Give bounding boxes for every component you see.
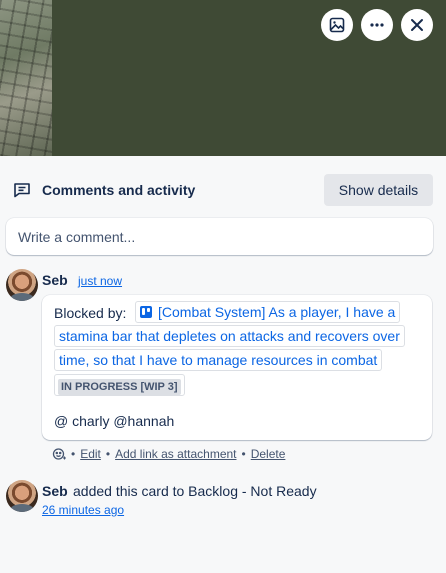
separator: • [71, 447, 76, 461]
mentions: @ charly @hannah [54, 413, 175, 429]
image-icon [329, 17, 345, 33]
activity-timestamp[interactable]: 26 minutes ago [42, 503, 124, 517]
activity-author[interactable]: Seb [42, 483, 68, 499]
comment-body: Blocked by: [Combat System] As a player,… [42, 295, 432, 440]
comment-timestamp[interactable]: just now [78, 274, 122, 288]
status-badge-label: IN PROGRESS [WIP 3] [58, 379, 181, 395]
linked-card-text: [Combat System] As a player, I have a [158, 304, 396, 320]
comment-actions: • Edit • Add link as attachment • Delete [52, 446, 285, 462]
more-options-button[interactable] [361, 9, 393, 41]
linked-card-link[interactable]: stamina bar that depletes on attacks and… [54, 325, 405, 347]
separator: • [105, 447, 111, 461]
activity-header: Comments and activity Show details [0, 174, 446, 206]
card-cover [0, 0, 446, 156]
cover-image [0, 0, 52, 156]
edit-comment-link[interactable]: Edit [80, 447, 101, 461]
status-badge: IN PROGRESS [WIP 3] [54, 374, 185, 396]
linked-card-link[interactable]: [Combat System] As a player, I have a [135, 301, 401, 323]
blocked-by-label: Blocked by: [54, 305, 127, 321]
close-button[interactable] [401, 9, 433, 41]
show-details-button[interactable]: Show details [324, 174, 433, 206]
comments-icon [14, 183, 30, 198]
add-link-as-attachment-link[interactable]: Add link as attachment [115, 447, 236, 461]
close-icon [411, 19, 423, 31]
section-title: Comments and activity [42, 182, 196, 198]
delete-comment-link[interactable]: Delete [251, 447, 286, 461]
comment-input[interactable]: Write a comment... [6, 218, 433, 255]
trello-icon [140, 306, 152, 318]
avatar[interactable] [6, 269, 38, 301]
separator: • [241, 447, 246, 461]
activity-text: added this card to Backlog - Not Ready [73, 483, 317, 499]
comment-author[interactable]: Seb [42, 272, 68, 288]
more-icon [370, 23, 384, 27]
linked-card-link[interactable]: time, so that I have to manage resources… [54, 349, 383, 371]
avatar[interactable] [6, 480, 38, 512]
add-reaction-icon[interactable] [52, 447, 66, 461]
cover-image-button[interactable] [321, 9, 353, 41]
